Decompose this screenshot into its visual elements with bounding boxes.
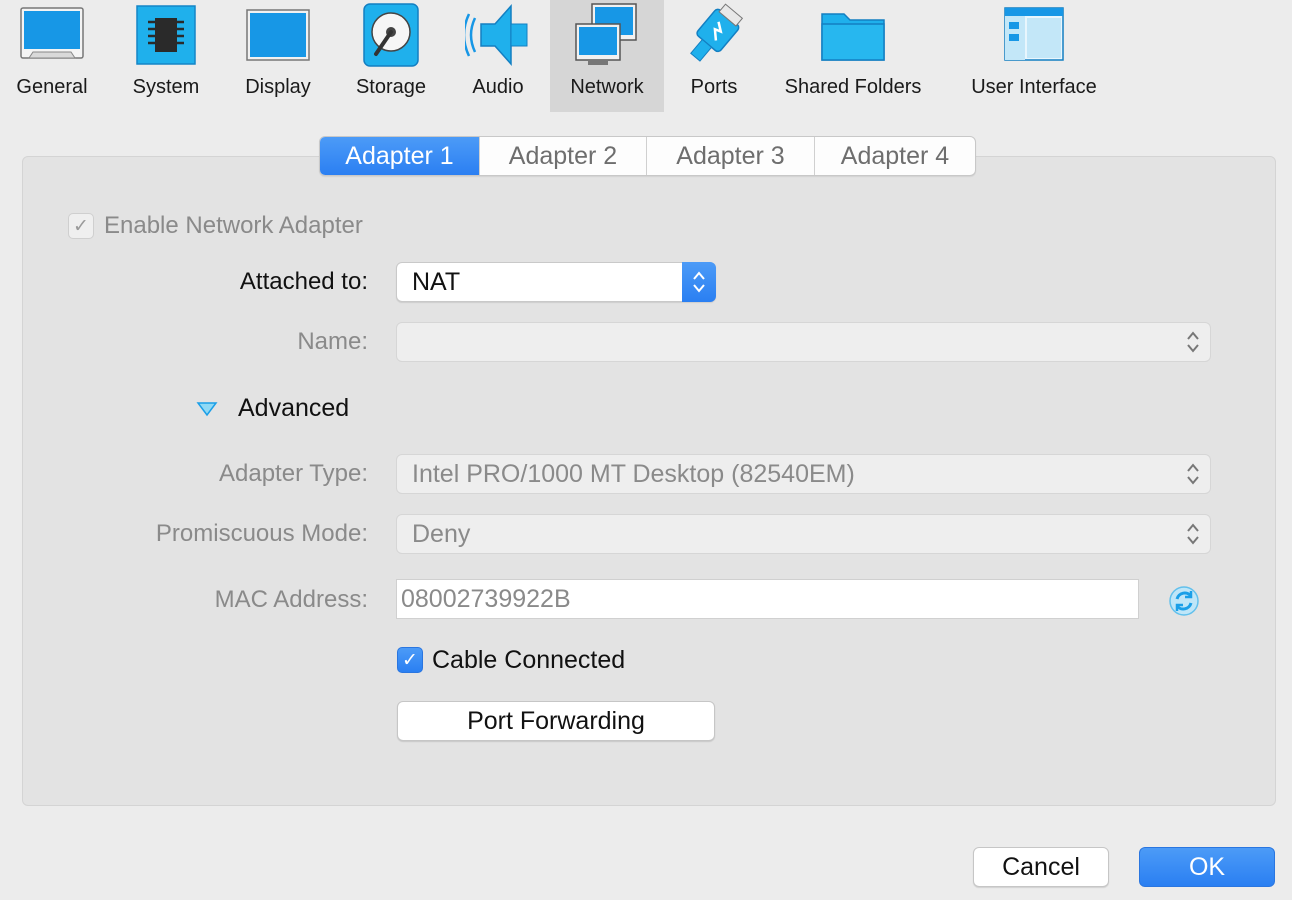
tab-adapter-2[interactable]: Adapter 2 [480, 137, 647, 175]
attached-to-select[interactable]: NAT [396, 262, 716, 302]
toolbar-ports[interactable]: Ports [674, 0, 754, 112]
general-icon [19, 2, 85, 68]
toolbar-user-interface[interactable]: User Interface [956, 0, 1112, 112]
toolbar-label: Storage [355, 76, 427, 98]
toolbar-shared-folders[interactable]: Shared Folders [770, 0, 936, 112]
adapter-type-label: Adapter Type: [219, 460, 368, 487]
plug-icon [681, 2, 747, 68]
promiscuous-mode-value: Deny [412, 519, 471, 548]
tab-adapter-1[interactable]: Adapter 1 [320, 137, 480, 175]
mac-address-label: MAC Address: [214, 586, 368, 613]
mac-address-value: 08002739922B [401, 584, 571, 613]
chip-icon [133, 2, 199, 68]
promiscuous-mode-label: Promiscuous Mode: [155, 520, 368, 547]
disclosure-triangle-icon[interactable] [196, 400, 218, 423]
attached-to-label: Attached to: [239, 268, 368, 295]
monitor-icon [245, 2, 311, 68]
toolbar-label: Display [245, 76, 311, 98]
window-icon [1001, 2, 1067, 68]
enable-adapter-label: Enable Network Adapter [104, 212, 363, 239]
toolbar-label: General [16, 76, 88, 98]
cancel-button[interactable]: Cancel [973, 847, 1109, 887]
port-forwarding-button[interactable]: Port Forwarding [397, 701, 715, 741]
tab-adapter-3[interactable]: Adapter 3 [647, 137, 815, 175]
adapter-type-value: Intel PRO/1000 MT Desktop (82540EM) [412, 459, 855, 488]
toolbar-label: Shared Folders [784, 76, 922, 98]
toolbar-audio[interactable]: Audio [454, 0, 542, 112]
toolbar-display[interactable]: Display [228, 0, 328, 112]
folder-icon [820, 2, 886, 68]
toolbar-label: Network [570, 76, 644, 98]
network-icon [574, 2, 640, 68]
toolbar-label: System [132, 76, 200, 98]
promiscuous-mode-select[interactable]: Deny [396, 514, 1211, 554]
updown-arrows-icon [1182, 323, 1204, 361]
toolbar-network[interactable]: Network [550, 0, 664, 112]
attached-to-value: NAT [412, 267, 461, 296]
name-label: Name: [297, 328, 368, 355]
disk-icon [358, 2, 424, 68]
toolbar-system[interactable]: System [114, 0, 218, 112]
updown-arrows-icon [1182, 455, 1204, 493]
toolbar-label: Ports [690, 76, 738, 98]
advanced-label: Advanced [238, 394, 350, 422]
refresh-mac-icon[interactable] [1168, 585, 1200, 622]
toolbar-general[interactable]: General [0, 0, 104, 112]
toolbar-label: User Interface [971, 76, 1097, 98]
cable-connected-checkbox[interactable]: ✓ [397, 647, 423, 673]
adapter-type-select[interactable]: Intel PRO/1000 MT Desktop (82540EM) [396, 454, 1211, 494]
adapter-tabs: Adapter 1 Adapter 2 Adapter 3 Adapter 4 [319, 136, 976, 176]
settings-toolbar: General System Display Storage Audio Net… [0, 0, 1292, 112]
enable-adapter-checkbox[interactable]: ✓ [68, 213, 94, 239]
checkmark-icon: ✓ [402, 649, 418, 671]
checkmark-icon: ✓ [73, 215, 89, 237]
name-select[interactable] [396, 322, 1211, 362]
toolbar-storage[interactable]: Storage [342, 0, 440, 112]
speaker-icon [465, 2, 531, 68]
tab-adapter-4[interactable]: Adapter 4 [815, 137, 975, 175]
mac-address-field[interactable]: 08002739922B [396, 579, 1139, 619]
updown-arrows-icon [682, 262, 716, 302]
ok-button[interactable]: OK [1139, 847, 1275, 887]
cable-connected-label: Cable Connected [432, 646, 626, 674]
updown-arrows-icon [1182, 515, 1204, 553]
toolbar-label: Audio [472, 76, 524, 98]
